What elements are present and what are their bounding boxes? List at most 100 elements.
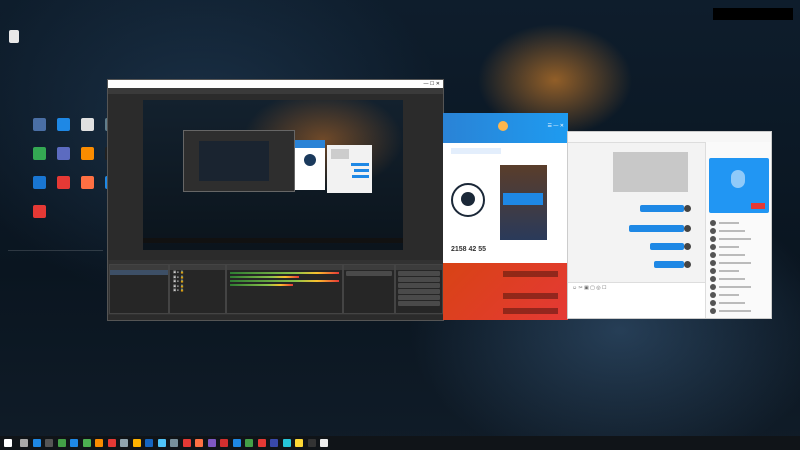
taskbar-app-icon[interactable] <box>182 439 191 447</box>
taskbar-app-icon[interactable] <box>132 439 141 447</box>
member-name <box>719 238 751 240</box>
member-item[interactable] <box>710 252 766 258</box>
member-item[interactable] <box>710 284 766 290</box>
taskbar-app-icon[interactable] <box>120 439 128 447</box>
desktop-app-icon[interactable] <box>52 118 74 132</box>
member-item[interactable] <box>710 244 766 250</box>
virtual-camera-button[interactable] <box>398 283 440 288</box>
taskbar-app-icon[interactable] <box>220 439 228 447</box>
taskbar-app-icon[interactable] <box>170 439 178 447</box>
toolbar-icons[interactable]: ☺ ✂ ▣ ▢ ◎ ☐ <box>572 285 607 291</box>
notification-toast[interactable] <box>713 8 793 20</box>
promo-banner[interactable] <box>443 263 568 320</box>
app-icon <box>80 176 94 189</box>
desktop-app-icon[interactable] <box>76 118 98 132</box>
scene-item[interactable] <box>110 270 168 275</box>
desktop-app-icon[interactable] <box>52 147 74 161</box>
search-input[interactable] <box>451 148 501 154</box>
member-item[interactable] <box>710 292 766 298</box>
window-controls[interactable]: ☰ — ✕ <box>548 123 564 129</box>
game-banner[interactable] <box>500 165 547 240</box>
transitions-title <box>344 265 394 270</box>
app-icon <box>32 176 46 189</box>
taskbar-app-icon[interactable] <box>270 439 278 447</box>
voice-card[interactable] <box>709 158 769 213</box>
source-item[interactable]: ▣ ● 🔒 <box>170 288 225 293</box>
taskbar-app-icon[interactable] <box>107 439 116 447</box>
microphone-icon <box>731 170 745 188</box>
desktop-file-icon[interactable] <box>3 30 25 44</box>
taskbar-app-icon[interactable] <box>295 439 303 447</box>
exit-button[interactable] <box>398 301 440 306</box>
avatar <box>710 276 716 282</box>
avatar <box>710 300 716 306</box>
member-item[interactable] <box>710 220 766 226</box>
avatar <box>684 225 691 232</box>
desktop-app-icon[interactable] <box>76 176 98 190</box>
member-item[interactable] <box>710 300 766 306</box>
member-item[interactable] <box>710 308 766 314</box>
obs-menubar <box>108 88 443 94</box>
desktop-app-icon[interactable] <box>28 147 50 161</box>
volume-slider[interactable] <box>230 284 294 286</box>
avatar <box>710 220 716 226</box>
member-name <box>719 230 745 232</box>
chat-message[interactable] <box>654 261 684 268</box>
taskbar-app-icon[interactable] <box>145 439 153 447</box>
start-recording-button[interactable] <box>398 277 440 282</box>
taskbar-app-icon[interactable] <box>282 439 291 447</box>
taskbar-app-icon[interactable] <box>232 439 241 447</box>
message-input[interactable]: ☺ ✂ ▣ ▢ ◎ ☐ <box>568 282 705 318</box>
member-item[interactable] <box>710 260 766 266</box>
desktop-app-icon[interactable] <box>28 205 50 219</box>
volume-slider[interactable] <box>230 276 299 278</box>
window-controls[interactable]: — ☐ ✕ <box>424 80 440 88</box>
taskbar-app-icon[interactable] <box>32 439 41 447</box>
obs-titlebar[interactable]: — ☐ ✕ <box>108 80 443 88</box>
taskbar-app-icon[interactable] <box>95 439 103 447</box>
avatar <box>684 243 691 250</box>
chat-message[interactable] <box>629 225 684 232</box>
taskbar-app-icon[interactable] <box>20 439 28 447</box>
taskbar-app-icon[interactable] <box>245 439 253 447</box>
taskbar-app-icon[interactable] <box>70 439 78 447</box>
steam-icon[interactable] <box>451 183 485 217</box>
audio-meter <box>230 272 339 274</box>
chat-message[interactable] <box>650 243 684 250</box>
taskbar-app-icon[interactable] <box>157 439 166 447</box>
start-streaming-button[interactable] <box>398 271 440 276</box>
member-item[interactable] <box>710 228 766 234</box>
desktop-app-icon[interactable] <box>28 118 50 132</box>
hangup-button[interactable] <box>751 203 765 209</box>
member-item[interactable] <box>710 236 766 242</box>
taskbar-app-icon[interactable] <box>307 439 316 447</box>
taskbar-app-icon[interactable] <box>320 439 328 447</box>
taskbar-app-icon[interactable] <box>195 439 203 447</box>
obs-docks: ▣ ● 🔒 ▣ ● 🔒 ▣ ● 🔒 ▣ ● 🔒 ▣ ● 🔒 <box>108 260 443 320</box>
member-item[interactable] <box>710 276 766 282</box>
taskbar-app-icon[interactable] <box>45 439 53 447</box>
qq-chat-window[interactable]: ☺ ✂ ▣ ▢ ◎ ☐ <box>567 131 772 319</box>
video-thumbnail[interactable] <box>613 152 688 192</box>
studio-mode-button[interactable] <box>398 289 440 294</box>
taskbar-app-icon[interactable] <box>57 439 66 447</box>
obs-preview[interactable] <box>143 100 403 250</box>
steam-window[interactable]: ☰ — ✕ 2158 42 55 <box>443 113 568 320</box>
desktop-app-icon[interactable] <box>52 176 74 190</box>
member-name <box>719 254 745 256</box>
taskbar-app-icon[interactable] <box>257 439 266 447</box>
desktop-app-icon[interactable] <box>76 147 98 161</box>
member-item[interactable] <box>710 268 766 274</box>
mixer-title <box>227 265 342 270</box>
chat-message[interactable] <box>640 205 684 212</box>
desktop-app-icon[interactable] <box>28 176 50 190</box>
member-name <box>719 270 739 272</box>
start-icon[interactable] <box>4 439 12 447</box>
obs-window[interactable]: — ☐ ✕ ▣ ● � <box>107 79 444 321</box>
taskbar-app-icon[interactable] <box>82 439 91 447</box>
settings-button[interactable] <box>398 295 440 300</box>
avatar <box>710 292 716 298</box>
taskbar-app-icon[interactable] <box>207 439 216 447</box>
user-avatar[interactable] <box>498 121 508 131</box>
transition-select[interactable] <box>346 271 392 276</box>
